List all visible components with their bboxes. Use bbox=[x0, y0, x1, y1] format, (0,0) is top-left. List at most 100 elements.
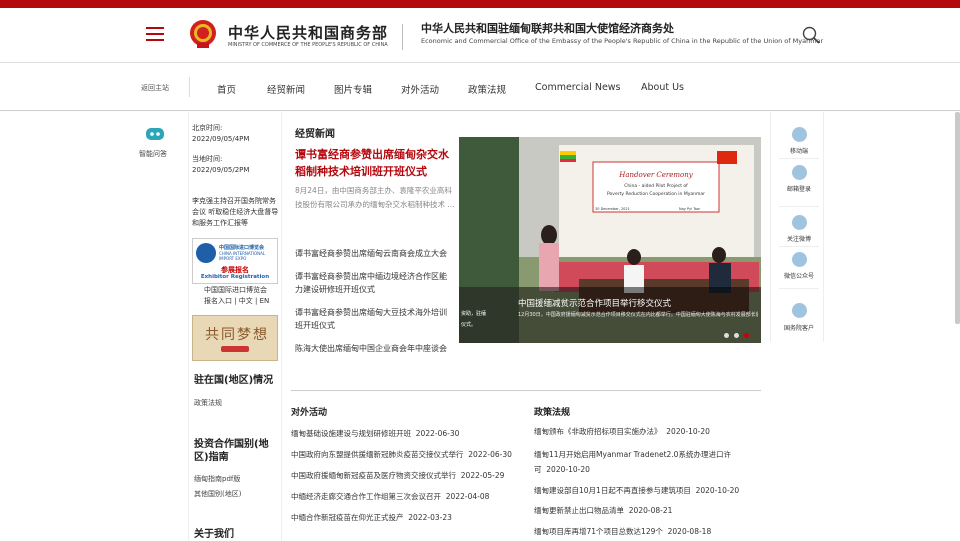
list-item[interactable]: 中国政府援缅甸新冠疫苗及医疗物资交接仪式举行 2022-05-29 bbox=[291, 470, 504, 482]
policy-date: 2020-08-18 bbox=[667, 527, 712, 536]
mobile-label[interactable]: 移动端 bbox=[771, 146, 827, 155]
banner-date: 30 December, 2021 bbox=[595, 207, 630, 211]
headline-summary: 8月24日，由中国商务部主办、袁隆平农业高科技股份有限公司承办的缅甸杂交水稻制种… bbox=[295, 186, 455, 209]
right-divider bbox=[779, 158, 819, 159]
beijing-time: 2022/09/05/4PM bbox=[192, 135, 250, 143]
seal-icon bbox=[221, 346, 249, 352]
list-item[interactable]: 缅甸项目库再增71个项目总数达129个 2020-08-18 bbox=[534, 526, 756, 538]
national-emblem-icon[interactable] bbox=[189, 19, 217, 49]
invest-guide-title-1: 投资合作国别(地 bbox=[194, 439, 269, 450]
expo-logo-icon bbox=[196, 243, 216, 263]
nav-divider bbox=[189, 77, 190, 97]
menu-icon[interactable] bbox=[146, 27, 164, 41]
news-item[interactable]: 谭书富经商参赞出席中缅边境经济合作区能力建设研修班开班仪式 bbox=[295, 270, 453, 296]
list-item[interactable]: 缅甸基础设施建设与规划研修班开班 2022-06-30 bbox=[291, 428, 459, 440]
about-us-title: 关于我们 bbox=[194, 529, 234, 540]
local-time-label: 当地时间: bbox=[192, 155, 223, 163]
nav-item-trade-news[interactable]: 经贸新闻 bbox=[267, 82, 305, 96]
policies-title[interactable]: 政策法规 bbox=[534, 405, 570, 418]
site-header: 中华人民共和国商务部 MINISTRY OF COMMERCE OF THE P… bbox=[0, 8, 960, 63]
section-divider bbox=[291, 390, 761, 391]
invest-guide-title-2: 区)指南 bbox=[194, 452, 229, 463]
beijing-time-label: 北京时间: bbox=[192, 124, 223, 132]
list-item[interactable]: 中缅合作新冠疫苗在仰光正式投产 2022-03-23 bbox=[291, 512, 452, 524]
carousel-dot[interactable] bbox=[734, 333, 739, 338]
activities-title[interactable]: 对外活动 bbox=[291, 405, 327, 418]
other-countries-link[interactable]: 其他国别(地区) bbox=[194, 488, 241, 500]
news-item[interactable]: 谭书富经商参赞出席缅甸大豆技术海外培训班开班仪式 bbox=[295, 306, 453, 332]
carousel-dot-active[interactable] bbox=[744, 333, 749, 338]
mobile-icon[interactable] bbox=[792, 127, 807, 142]
expo-name-cn: 中国国际进口博览会 bbox=[219, 245, 265, 251]
news-item[interactable]: 陈海大使出席缅甸中国企业商会年中座谈会 bbox=[295, 342, 453, 355]
mail-login-label[interactable]: 邮箱登录 bbox=[771, 184, 827, 193]
activity-text: 缅甸基础设施建设与规划研修班开班 bbox=[291, 429, 411, 438]
nav-item-commercial-news[interactable]: Commercial News bbox=[535, 82, 621, 93]
activity-text: 中国政府向东盟提供援缅新冠肺炎疫苗交接仪式举行 bbox=[291, 450, 464, 459]
policy-date: 2020-10-20 bbox=[666, 427, 710, 436]
expo-registration-links[interactable]: 报名入口 | 中文 | EN bbox=[204, 296, 269, 307]
activity-date: 2022-03-23 bbox=[408, 513, 452, 522]
activity-date: 2022-06-30 bbox=[415, 429, 460, 438]
right-divider bbox=[779, 246, 819, 247]
banner-subtitle-1: China - aided Pilot Project of bbox=[624, 183, 688, 189]
carousel-caption[interactable]: 中国援缅减贫示范合作项目举行移交仪式 bbox=[518, 297, 671, 309]
list-item[interactable]: 缅甸更新禁止出口物品清单 2020-08-21 bbox=[534, 505, 756, 517]
expo-name-en: CHINA INTERNATIONAL IMPORT EXPO bbox=[219, 251, 266, 261]
chatbot-icon[interactable] bbox=[145, 126, 165, 142]
policy-date: 2020-10-20 bbox=[546, 465, 590, 474]
list-item[interactable]: 中缅经济走廊交通合作工作组第三次会议召开 2022-04-08 bbox=[291, 491, 489, 503]
policy-text: 缅甸颁布《非政府招标项目实施办法》 bbox=[534, 427, 662, 436]
weibo-label[interactable]: 关注微博 bbox=[771, 234, 827, 243]
ministry-name-cn[interactable]: 中华人民共和国商务部 bbox=[228, 22, 388, 43]
mail-icon[interactable] bbox=[792, 165, 807, 180]
trade-news-title[interactable]: 经贸新闻 bbox=[295, 125, 335, 140]
policy-text: 缅甸更新禁止出口物品清单 bbox=[534, 506, 624, 515]
chatbot-label[interactable]: 智能问答 bbox=[139, 149, 167, 159]
nav-item-external-activities[interactable]: 对外活动 bbox=[401, 82, 439, 96]
country-policy-link[interactable]: 政策法规 bbox=[194, 397, 222, 409]
myanmar-guide-pdf-link[interactable]: 缅甸指南pdf版 bbox=[194, 473, 240, 485]
list-item[interactable]: 缅甸11月开始启用Myanmar Tradenet2.0系统办理进口许可 202… bbox=[534, 447, 756, 477]
activity-date: 2022-06-30 bbox=[468, 450, 512, 459]
carousel-dot[interactable] bbox=[724, 333, 729, 338]
banner-place: Nay Pyi Taw bbox=[679, 207, 700, 211]
nav-item-policies[interactable]: 政策法规 bbox=[468, 82, 506, 96]
news-item[interactable]: 谭书富经商参赞出席缅甸云南商会成立大会 bbox=[295, 247, 453, 260]
notice-line-1[interactable]: 李克强主持召开国务院常务 bbox=[192, 196, 276, 207]
activity-text: 中国政府援缅甸新冠疫苗及医疗物资交接仪式举行 bbox=[291, 471, 456, 480]
nav-item-home[interactable]: 首页 bbox=[217, 82, 236, 96]
headline-link[interactable]: 谭书富经商参赞出席缅甸杂交水稻制种技术培训班开班仪式 bbox=[295, 146, 455, 180]
wechat-icon[interactable] bbox=[792, 252, 807, 267]
banner-title: Handover Ceremony bbox=[618, 171, 693, 179]
import-expo-banner[interactable]: 中国国际进口博览会 CHINA INTERNATIONAL IMPORT EXP… bbox=[192, 238, 278, 284]
top-brand-bar bbox=[0, 0, 960, 8]
weibo-icon[interactable] bbox=[792, 215, 807, 230]
search-icon[interactable] bbox=[802, 26, 820, 44]
ministry-name-en: MINISTRY OF COMMERCE OF THE PEOPLE'S REP… bbox=[228, 42, 388, 48]
office-name-cn: 中华人民共和国驻缅甸联邦共和国大使馆经济商务处 bbox=[421, 22, 674, 35]
page-scrollbar[interactable] bbox=[955, 112, 960, 324]
banner-subtitle-2: Poverty Reduction Cooperation in Myanmar bbox=[607, 191, 705, 197]
wechat-label[interactable]: 微信公众号 bbox=[771, 271, 827, 280]
back-to-main-link[interactable]: 返回主站 bbox=[141, 83, 169, 93]
nav-item-photo-albums[interactable]: 图片专辑 bbox=[334, 82, 372, 96]
notice-line-2[interactable]: 会议 听取稳住经济大盘督导 bbox=[192, 207, 278, 218]
carousel-caption-detail: 12月30日，中国政府援缅甸减贫示范合作项目移交仪式在内比都举行。中国驻缅甸大使… bbox=[518, 312, 758, 318]
list-item[interactable]: 中国政府向东盟提供援缅新冠肺炎疫苗交接仪式举行 2022-06-30 bbox=[291, 449, 512, 461]
state-council-label[interactable]: 国务院客户 bbox=[771, 323, 827, 332]
policy-date: 2020-08-21 bbox=[628, 506, 673, 515]
share-sidebar: 移动端 邮箱登录 关注微博 微信公众号 国务院客户 bbox=[770, 112, 824, 342]
left-caption-1: 资助，驻缅 bbox=[461, 310, 486, 317]
common-dream-banner[interactable]: 共同梦想 bbox=[192, 315, 278, 361]
activity-text: 中缅合作新冠疫苗在仰光正式投产 bbox=[291, 513, 404, 522]
list-item[interactable]: 缅甸颁布《非政府招标项目实施办法》 2020-10-20 bbox=[534, 426, 756, 438]
policy-text: 缅甸建设部自10月1日起不再直接参与建筑项目 bbox=[534, 486, 691, 495]
nav-item-about-us[interactable]: About Us bbox=[641, 82, 684, 93]
state-council-icon[interactable] bbox=[792, 303, 807, 318]
expo-link-title[interactable]: 中国国际进口博览会 bbox=[204, 285, 267, 296]
list-item[interactable]: 缅甸建设部自10月1日起不再直接参与建筑项目 2020-10-20 bbox=[534, 485, 756, 497]
notice-line-3[interactable]: 和服务工作汇报等 bbox=[192, 218, 248, 229]
left-caption-2: 仪式。 bbox=[461, 321, 476, 328]
policy-text: 缅甸项目库再增71个项目总数达129个 bbox=[534, 527, 663, 536]
